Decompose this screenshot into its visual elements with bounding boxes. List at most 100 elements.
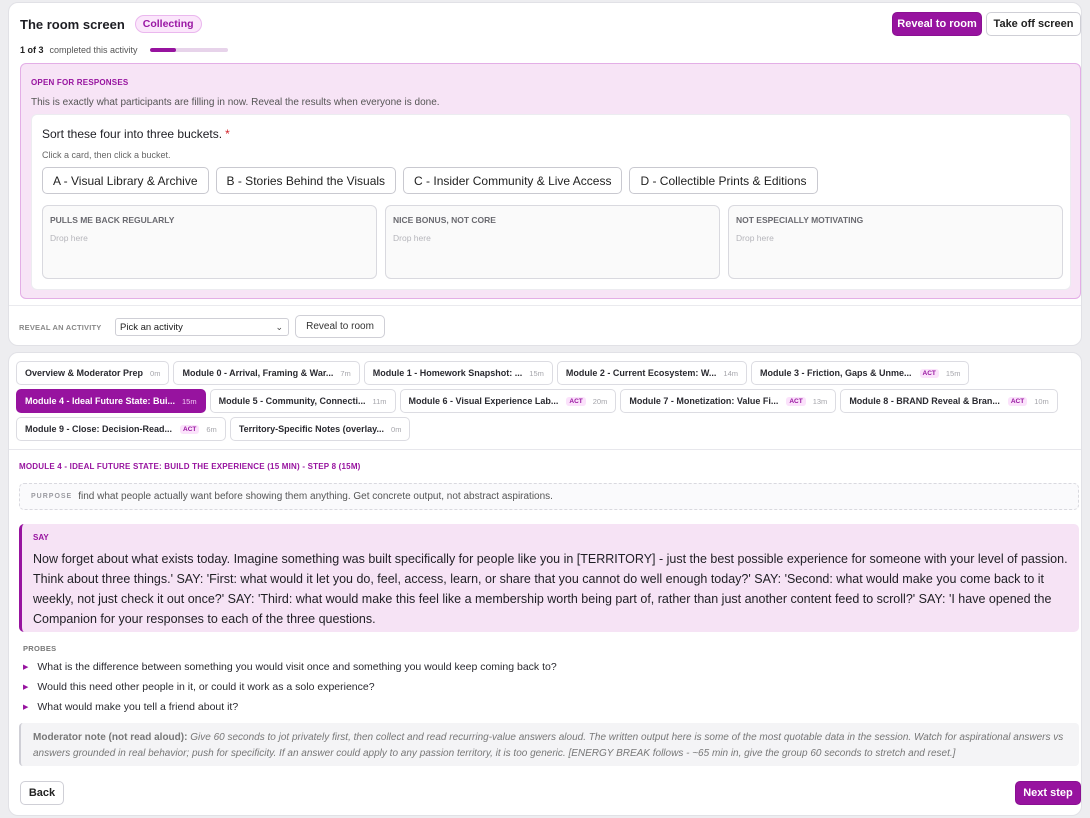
module-tabs: Overview & Moderator Prep 0m Module 0 - A… [16,361,1076,445]
module-tab-label: Overview & Moderator Prep [25,368,144,378]
module-tab[interactable]: Module 6 - Visual Experience Lab... ACT 20… [399,389,617,413]
module-tab[interactable]: Module 8 - BRAND Reveal & Bran... ACT 10m [840,389,1058,413]
module-tab[interactable]: Module 4 - Ideal Future State: Bui... 15m [16,389,206,413]
probe-text: What would make you tell a friend about … [37,701,239,713]
page-title: The room screen [20,16,125,32]
module-tab[interactable]: Module 7 - Monetization: Value Fi... ACT 1… [620,389,837,413]
module-tab-label: Module 3 - Friction, Gaps & Unme... [760,368,912,378]
moderator-note-label: Moderator note (not read aloud): [33,732,188,743]
room-screen-card: The room screen Collecting Reveal to roo… [8,2,1082,346]
module-tab-label: Module 6 - Visual Experience Lab... [408,396,559,406]
triangle-right-icon: ▶ [23,704,29,711]
reveal-activity-button[interactable]: Reveal to room [295,315,385,338]
activity-progress: 1 of 3 completed this activity [20,45,228,55]
module-duration: 14m [723,368,738,378]
open-responses-panel: OPEN FOR RESPONSES This is exactly what … [20,63,1081,299]
say-box: SAY Now forget about what exists today. … [19,524,1079,632]
buckets: PULLS ME BACK REGULARLY Drop here NICE B… [42,205,1063,279]
module-row: Module 9 - Close: Decision-Read... ACT 6m … [16,417,1076,441]
open-responses-description: This is exactly what participants are fi… [31,97,440,108]
activity-badge: ACT [180,424,200,434]
activity-badge: ACT [566,396,586,406]
probes-label: PROBES [23,644,57,653]
bucket-not-motivating[interactable]: NOT ESPECIALLY MOTIVATING Drop here [728,205,1063,279]
question-hint: Click a card, then click a bucket. [42,150,171,160]
bucket-drop-placeholder: Drop here [50,233,88,243]
module-duration: 15m [182,396,197,406]
option-card-d[interactable]: D - Collectible Prints & Editions [629,167,818,194]
module-tab[interactable]: Overview & Moderator Prep 0m [16,361,170,385]
activity-badge: ACT [786,396,806,406]
module-row: Overview & Moderator Prep 0m Module 0 - A… [16,361,1076,385]
back-button[interactable]: Back [20,781,64,805]
bucket-pulls-me-back[interactable]: PULLS ME BACK REGULARLY Drop here [42,205,377,279]
module-tab[interactable]: Module 1 - Homework Snapshot: ... 15m [363,361,553,385]
take-off-screen-button[interactable]: Take off screen [986,12,1081,36]
module-tab[interactable]: Module 2 - Current Ecosystem: W... 14m [556,361,747,385]
moderator-note: Moderator note (not read aloud): Give 60… [19,723,1079,766]
module-tab[interactable]: Module 3 - Friction, Gaps & Unme... ACT 15… [751,361,970,385]
module-duration: 10m [1034,396,1049,406]
module-duration: 20m [592,396,608,406]
triangle-right-icon: ▶ [23,684,29,691]
list-item: ▶ What would make you tell a friend abou… [23,697,557,717]
purpose-text: find what people actually want before sh… [78,491,553,502]
module-duration: 6m [206,424,217,434]
list-item: ▶ Would this need other people in it, or… [23,677,557,697]
module-tab-label: Territory-Specific Notes (overlay... [238,424,385,434]
divider [9,449,1081,450]
module-tab-label: Module 0 - Arrival, Framing & War... [182,368,334,378]
module-duration: 7m [340,368,351,378]
module-tab-label: Module 9 - Close: Decision-Read... [25,424,173,434]
module-tab-label: Module 1 - Homework Snapshot: ... [372,368,523,378]
module-tab[interactable]: Module 0 - Arrival, Framing & War... 7m [173,361,360,385]
reveal-to-room-button[interactable]: Reveal to room [892,12,982,36]
module-tab-label: Module 8 - BRAND Reveal & Bran... [849,396,1000,406]
status-badge: Collecting [134,15,202,33]
moderator-note-text: Give 60 seconds to jot privately first, … [33,732,1064,759]
required-marker: * [225,127,230,141]
purpose-label: PURPOSE [31,493,73,500]
module-tab-label: Module 7 - Monetization: Value Fi... [629,396,779,406]
activity-badge: ACT [919,368,939,378]
progress-label: completed this activity [49,45,138,55]
module-row: Module 4 - Ideal Future State: Bui... 15m… [16,389,1076,413]
option-cards: A - Visual Library & Archive B - Stories… [42,167,818,194]
reveal-activity-row: REVEAL AN ACTIVITY Pick an activity ⌄ Re… [9,305,1081,345]
bucket-nice-bonus[interactable]: NICE BONUS, NOT CORE Drop here [385,205,720,279]
progress-bar-fill [149,48,176,52]
option-card-b[interactable]: B - Stories Behind the Visuals [215,167,397,194]
module-tab-label: Module 2 - Current Ecosystem: W... [565,368,717,378]
step-heading: MODULE 4 - IDEAL FUTURE STATE: BUILD THE… [19,462,361,471]
module-duration: 11m [372,396,387,406]
option-card-a[interactable]: A - Visual Library & Archive [42,167,209,194]
say-text: Now forget about what exists today. Imag… [33,552,1068,626]
module-duration: 15m [529,368,544,378]
purpose-box: PURPOSE find what people actually want b… [19,483,1079,510]
open-responses-heading: OPEN FOR RESPONSES [31,78,129,87]
probes-list: ▶ What is the difference between somethi… [23,657,557,717]
activity-badge: ACT [1007,396,1028,406]
bucket-drop-placeholder: Drop here [393,233,431,243]
module-tab[interactable]: Territory-Specific Notes (overlay... 0m [229,417,411,441]
progress-bar [149,48,228,52]
bucket-title: PULLS ME BACK REGULARLY [50,215,175,225]
module-duration: 15m [945,368,961,378]
activity-select-value: Pick an activity [120,321,183,333]
chevron-down-icon: ⌄ [275,322,283,332]
activity-select[interactable]: Pick an activity ⌄ [115,318,289,336]
module-duration: 0m [150,368,161,378]
module-tab-label: Module 4 - Ideal Future State: Bui... [25,396,176,406]
module-tab-label: Module 5 - Community, Connecti... [218,396,366,406]
progress-count: 1 of 3 [20,45,44,55]
title-row: The room screen Collecting [20,15,202,33]
triangle-right-icon: ▶ [23,664,29,671]
module-tab[interactable]: Module 9 - Close: Decision-Read... ACT 6m [16,417,226,441]
module-duration: 0m [391,424,402,434]
option-card-c[interactable]: C - Insider Community & Live Access [403,167,623,194]
module-duration: 13m [812,396,828,406]
question-text: Sort these four into three buckets. [42,127,223,141]
bucket-title: NOT ESPECIALLY MOTIVATING [736,215,864,225]
next-step-button[interactable]: Next step [1015,781,1081,805]
module-tab[interactable]: Module 5 - Community, Connecti... 11m [209,389,396,413]
